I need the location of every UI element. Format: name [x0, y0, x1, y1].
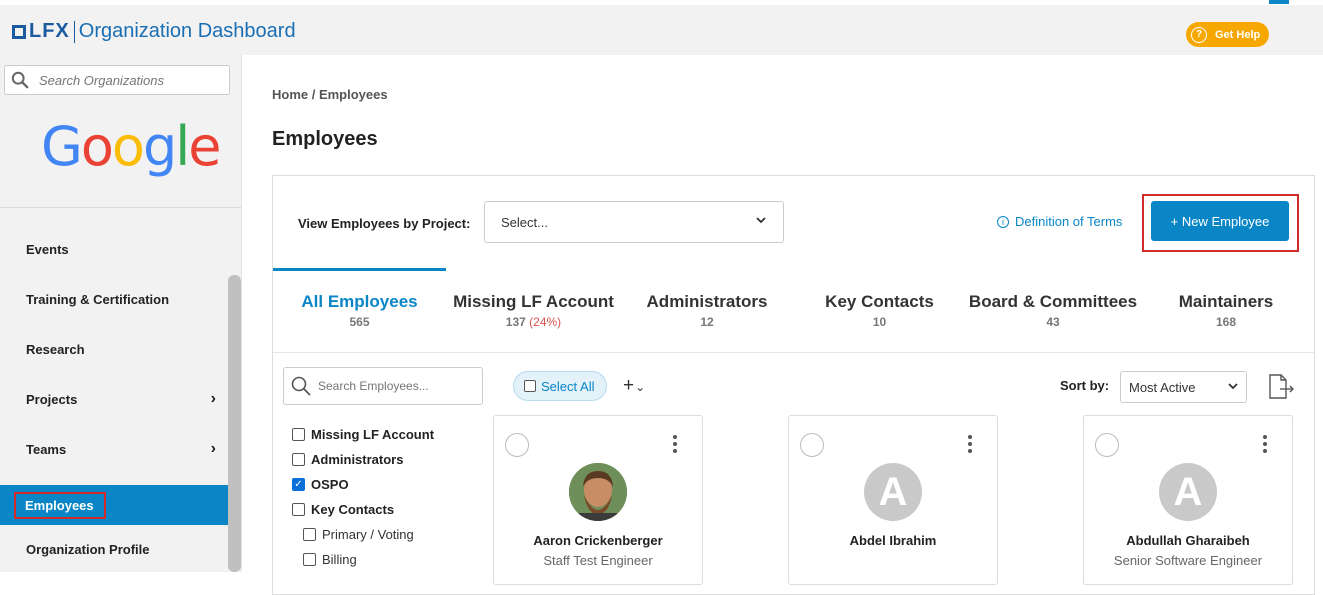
app-title: Organization Dashboard: [78, 20, 296, 42]
employee-search-input[interactable]: [318, 379, 468, 393]
checkbox[interactable]: [292, 428, 305, 441]
tab-all-employees[interactable]: All Employees 565: [273, 268, 446, 352]
filter-billing[interactable]: Billing: [292, 547, 434, 572]
sidebar-item-research[interactable]: Research: [0, 329, 228, 369]
sidebar: Google Events Training & Certification R…: [0, 55, 242, 572]
sidebar-divider: [0, 207, 242, 208]
tab-board-committees[interactable]: Board & Committees 43: [963, 268, 1143, 352]
employee-name: Abdel Ibrahim: [849, 533, 937, 548]
filter-list: Missing LF Account Administrators ✓ OSPO …: [292, 422, 434, 572]
organization-logo: Google: [41, 115, 221, 178]
main-content: Home / Employees Employees View Employee…: [243, 55, 1323, 595]
more-options-icon[interactable]: [1263, 435, 1267, 456]
sidebar-item-projects[interactable]: Projects ›: [0, 379, 228, 419]
more-options-icon[interactable]: [673, 435, 677, 456]
select-all-checkbox[interactable]: [524, 380, 536, 392]
org-search-input[interactable]: [39, 72, 219, 88]
project-filter-select[interactable]: Select...: [484, 201, 784, 243]
new-employee-button[interactable]: + New Employee: [1151, 201, 1289, 241]
chevron-down-icon: [1228, 383, 1238, 390]
info-icon: i: [997, 215, 1009, 228]
filter-key-contacts[interactable]: Key Contacts: [292, 497, 434, 522]
sidebar-item-teams[interactable]: Teams ›: [0, 429, 228, 469]
employees-panel: View Employees by Project: Select... i D…: [272, 175, 1315, 595]
checkbox[interactable]: [303, 528, 316, 541]
help-icon: ?: [1191, 26, 1207, 43]
search-icon: [291, 376, 311, 396]
search-icon: [11, 71, 29, 89]
filter-ospo[interactable]: ✓ OSPO: [292, 472, 434, 497]
tab-missing-lf-account[interactable]: Missing LF Account 137 (24%): [451, 268, 616, 352]
sort-select[interactable]: Most Active: [1120, 371, 1247, 403]
employee-select-radio[interactable]: [800, 433, 824, 457]
filter-missing-lf-account[interactable]: Missing LF Account: [292, 422, 434, 447]
employee-name: Aaron Crickenberger: [533, 533, 663, 548]
top-accent-bar: [1269, 0, 1289, 4]
tab-administrators[interactable]: Administrators 12: [633, 268, 781, 352]
project-filter-label: View Employees by Project:: [298, 216, 471, 231]
filter-primary-voting[interactable]: Primary / Voting: [292, 522, 434, 547]
get-help-button[interactable]: ? Get Help: [1186, 22, 1269, 47]
plus-icon: +: [623, 375, 635, 396]
org-search-box[interactable]: [4, 65, 230, 95]
page-title: Employees: [272, 128, 378, 150]
tabs-divider: [273, 352, 1314, 353]
select-all-button[interactable]: Select All: [513, 371, 607, 401]
checkbox-checked[interactable]: ✓: [292, 478, 305, 491]
tab-maintainers[interactable]: Maintainers 168: [1166, 268, 1286, 352]
employee-select-radio[interactable]: [1095, 433, 1119, 457]
tab-key-contacts[interactable]: Key Contacts 10: [813, 268, 946, 352]
breadcrumb[interactable]: Home / Employees: [272, 87, 388, 102]
avatar: [569, 463, 627, 521]
chevron-right-icon: ›: [210, 390, 216, 407]
checkbox[interactable]: [292, 503, 305, 516]
employee-select-radio[interactable]: [505, 433, 529, 457]
employee-card[interactable]: A Abdel Ibrahim: [788, 415, 998, 585]
chevron-down-icon: ⌄: [635, 380, 646, 394]
sidebar-item-employees[interactable]: Employees: [0, 485, 228, 525]
avatar: A: [1159, 463, 1217, 521]
employee-search-box[interactable]: [283, 367, 483, 405]
definition-of-terms-link[interactable]: i Definition of Terms: [997, 214, 1122, 229]
checkbox[interactable]: [292, 453, 305, 466]
sidebar-scrollbar[interactable]: [228, 275, 241, 572]
export-icon[interactable]: [1266, 373, 1296, 401]
more-options-icon[interactable]: [968, 435, 972, 456]
sidebar-item-organization-profile[interactable]: Organization Profile: [0, 529, 228, 569]
employee-role: Senior Software Engineer: [1113, 553, 1263, 568]
employee-card[interactable]: A Abdullah Gharaibeh Senior Software Eng…: [1083, 415, 1293, 585]
lfx-logo: LFX: [12, 20, 70, 43]
sidebar-item-events[interactable]: Events: [0, 229, 228, 269]
avatar: A: [864, 463, 922, 521]
sidebar-item-training[interactable]: Training & Certification: [0, 279, 228, 319]
add-dropdown-button[interactable]: +⌄: [623, 375, 645, 397]
checkbox[interactable]: [303, 553, 316, 566]
employee-card[interactable]: Aaron Crickenberger Staff Test Engineer: [493, 415, 703, 585]
employee-role: Staff Test Engineer: [543, 553, 653, 568]
chevron-right-icon: ›: [210, 440, 216, 457]
top-bar: LFX Organization Dashboard ? Get Help: [0, 0, 1323, 55]
sort-label: Sort by:: [1060, 378, 1110, 393]
app-logo[interactable]: LFX Organization Dashboard: [12, 20, 296, 43]
chevron-down-icon: [756, 217, 766, 224]
employee-name: Abdullah Gharaibeh: [1126, 533, 1250, 548]
filter-administrators[interactable]: Administrators: [292, 447, 434, 472]
